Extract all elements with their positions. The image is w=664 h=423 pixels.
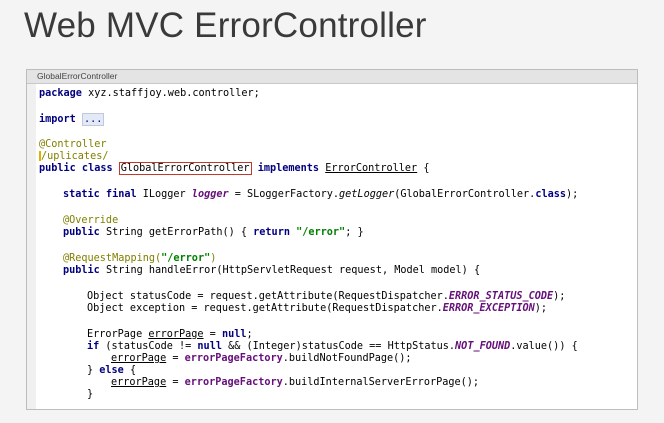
code-line-server-error: errorPage = errorPageFactory.buildIntern… [111,377,480,388]
code-line-package: package xyz.staffjoy.web.controller; [39,88,260,99]
code-line-close-brace: } [87,389,94,400]
highlighted-class-name: GlobalErrorController [118,162,252,175]
code-line-logger: static final ILogger logger = SLoggerFac… [63,189,579,200]
slide-title: Web MVC ErrorController [24,6,427,45]
code-editor[interactable]: GlobalErrorController package xyz.staffj… [26,69,638,410]
editor-gutter [27,84,36,409]
code-line-exception: Object exception = request.getAttribute(… [87,303,548,314]
code-line-get-error-path: public String getErrorPath() { return "/… [63,227,364,238]
code-line-handle-error: public String handleError(HttpServletReq… [63,265,481,276]
code-line-import: import ... [39,113,105,126]
code-line-not-found: errorPage = errorPageFactory.buildNotFou… [111,353,412,364]
import-fold-button[interactable]: ... [81,113,105,126]
code-line-class-declaration: public class GlobalErrorController imple… [39,162,430,175]
editor-tab[interactable]: GlobalErrorController [27,70,637,84]
